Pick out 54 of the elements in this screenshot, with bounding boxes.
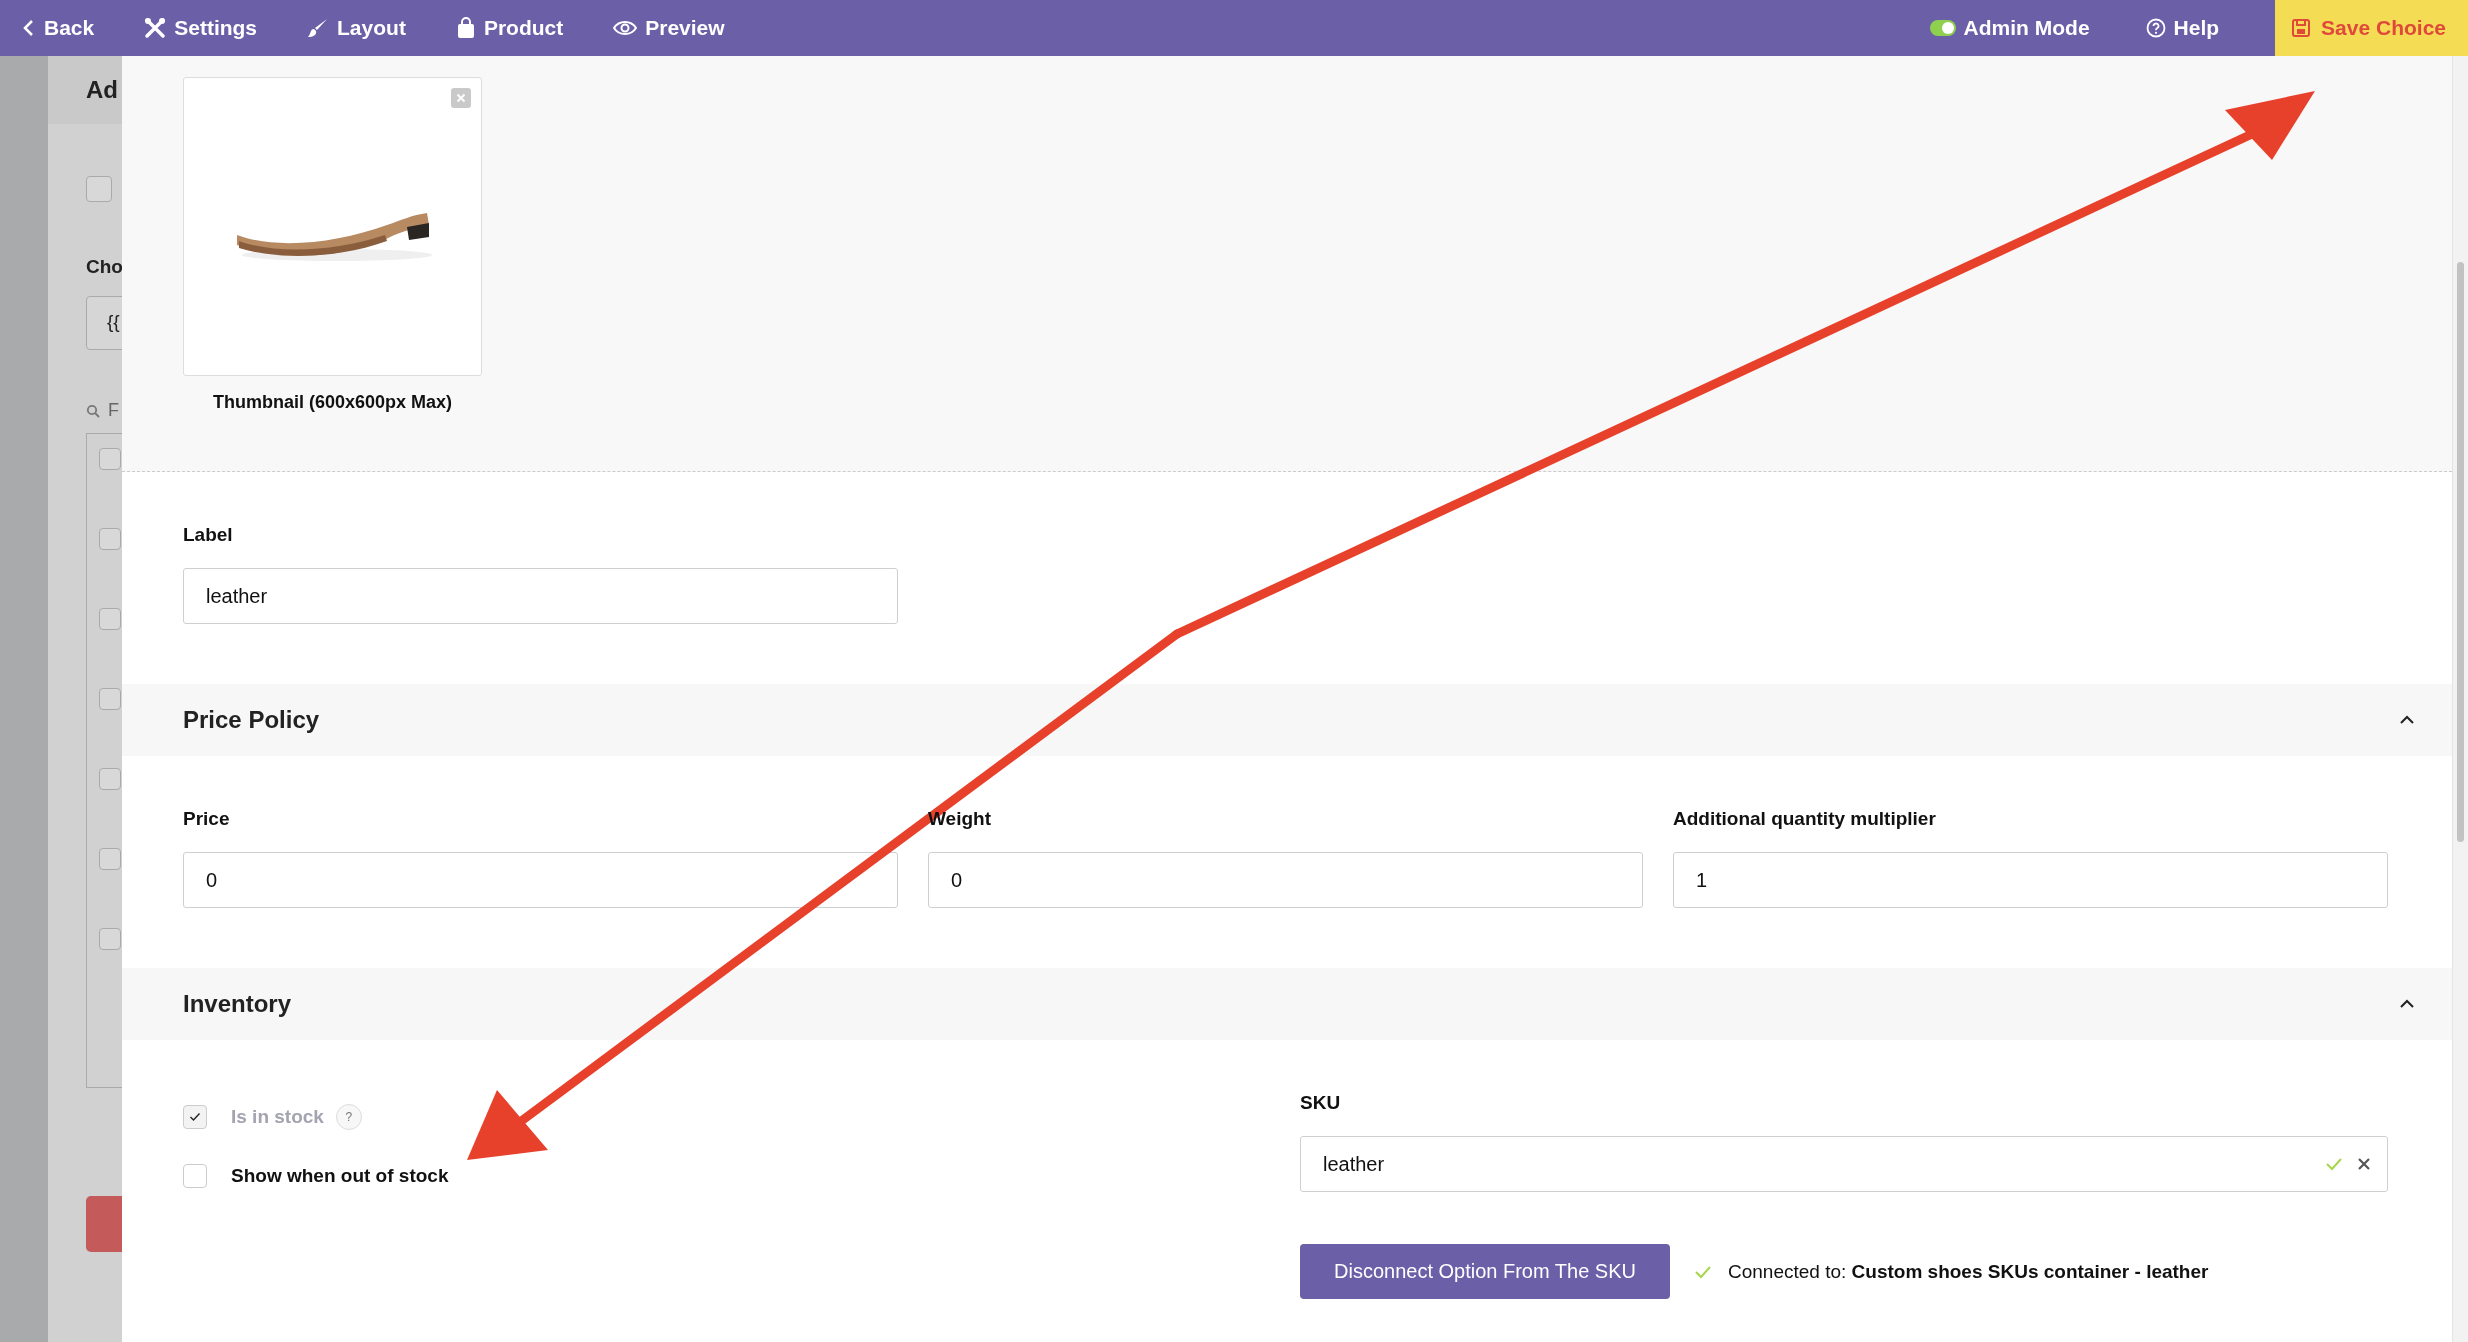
- section-header[interactable]: Inventory: [122, 968, 2452, 1040]
- help-icon: [2145, 18, 2166, 38]
- close-icon[interactable]: [451, 88, 471, 108]
- chevron-icon[interactable]: [2398, 714, 2416, 726]
- input-field[interactable]: leather: [183, 568, 898, 624]
- checkbox[interactable]: [99, 448, 121, 470]
- brush-icon: [307, 17, 330, 39]
- search-icon: [86, 403, 100, 418]
- field-label: Additional quantity multiplier: [1673, 808, 1936, 830]
- checkbox[interactable]: [99, 528, 121, 550]
- field-label: Cho: [86, 256, 122, 278]
- input-field[interactable]: 0: [183, 852, 898, 908]
- check-icon: [189, 1112, 201, 1122]
- checkbox-label: Show when out of stock: [231, 1165, 449, 1187]
- back-icon: [22, 18, 36, 38]
- clear-icon[interactable]: [2357, 1157, 2371, 1171]
- toolbar-button[interactable]: Preview: [613, 16, 725, 40]
- checkbox[interactable]: [183, 1164, 207, 1188]
- checkbox[interactable]: [99, 768, 121, 790]
- admin-mode-toggle[interactable]: Admin Mode: [1929, 16, 2090, 40]
- toolbar-button[interactable]: Layout: [307, 16, 406, 40]
- eye-icon: [613, 19, 638, 37]
- chevron-icon[interactable]: [2398, 998, 2416, 1010]
- page-title: Ad: [86, 76, 118, 104]
- disconnect-button[interactable]: Disconnect Option From The SKU: [1300, 1244, 1670, 1299]
- input-field[interactable]: 0: [928, 852, 1643, 908]
- thumbnail-caption: Thumbnail (600x600px Max): [211, 392, 454, 413]
- save-icon: [2291, 18, 2312, 38]
- scrollbar[interactable]: [2452, 56, 2468, 1342]
- toggle-switch[interactable]: [1929, 20, 1956, 36]
- input-field[interactable]: 1: [1673, 852, 2388, 908]
- input-field[interactable]: {{: [86, 296, 122, 350]
- sku-field[interactable]: leather: [1300, 1136, 2388, 1192]
- section-header[interactable]: Price Policy: [122, 684, 2452, 756]
- checkbox[interactable]: [99, 608, 121, 630]
- checkbox[interactable]: [86, 176, 112, 202]
- section-title: Inventory: [183, 990, 292, 1018]
- field-label: Label: [183, 524, 233, 546]
- checkbox[interactable]: [99, 848, 121, 870]
- checkbox[interactable]: [99, 688, 121, 710]
- connection-status: Connected to: Custom shoes SKUs container - leather: [1728, 1260, 2209, 1283]
- field-label: Price: [183, 808, 230, 830]
- section-title: Price Policy: [183, 706, 320, 734]
- tools-icon: [144, 17, 167, 39]
- toolbar-button[interactable]: Back: [22, 16, 95, 40]
- toolbar-button[interactable]: Settings: [144, 16, 258, 40]
- checkbox-label: Is in stock: [231, 1106, 324, 1128]
- help-button[interactable]: Help: [2145, 16, 2220, 40]
- save-button[interactable]: Save Choice: [2275, 0, 2468, 56]
- checkbox[interactable]: [99, 928, 121, 950]
- toolbar-button[interactable]: Product: [455, 16, 564, 40]
- search-text: F: [108, 400, 119, 421]
- bag-icon: [455, 17, 476, 39]
- field-label: SKU: [1300, 1092, 1341, 1114]
